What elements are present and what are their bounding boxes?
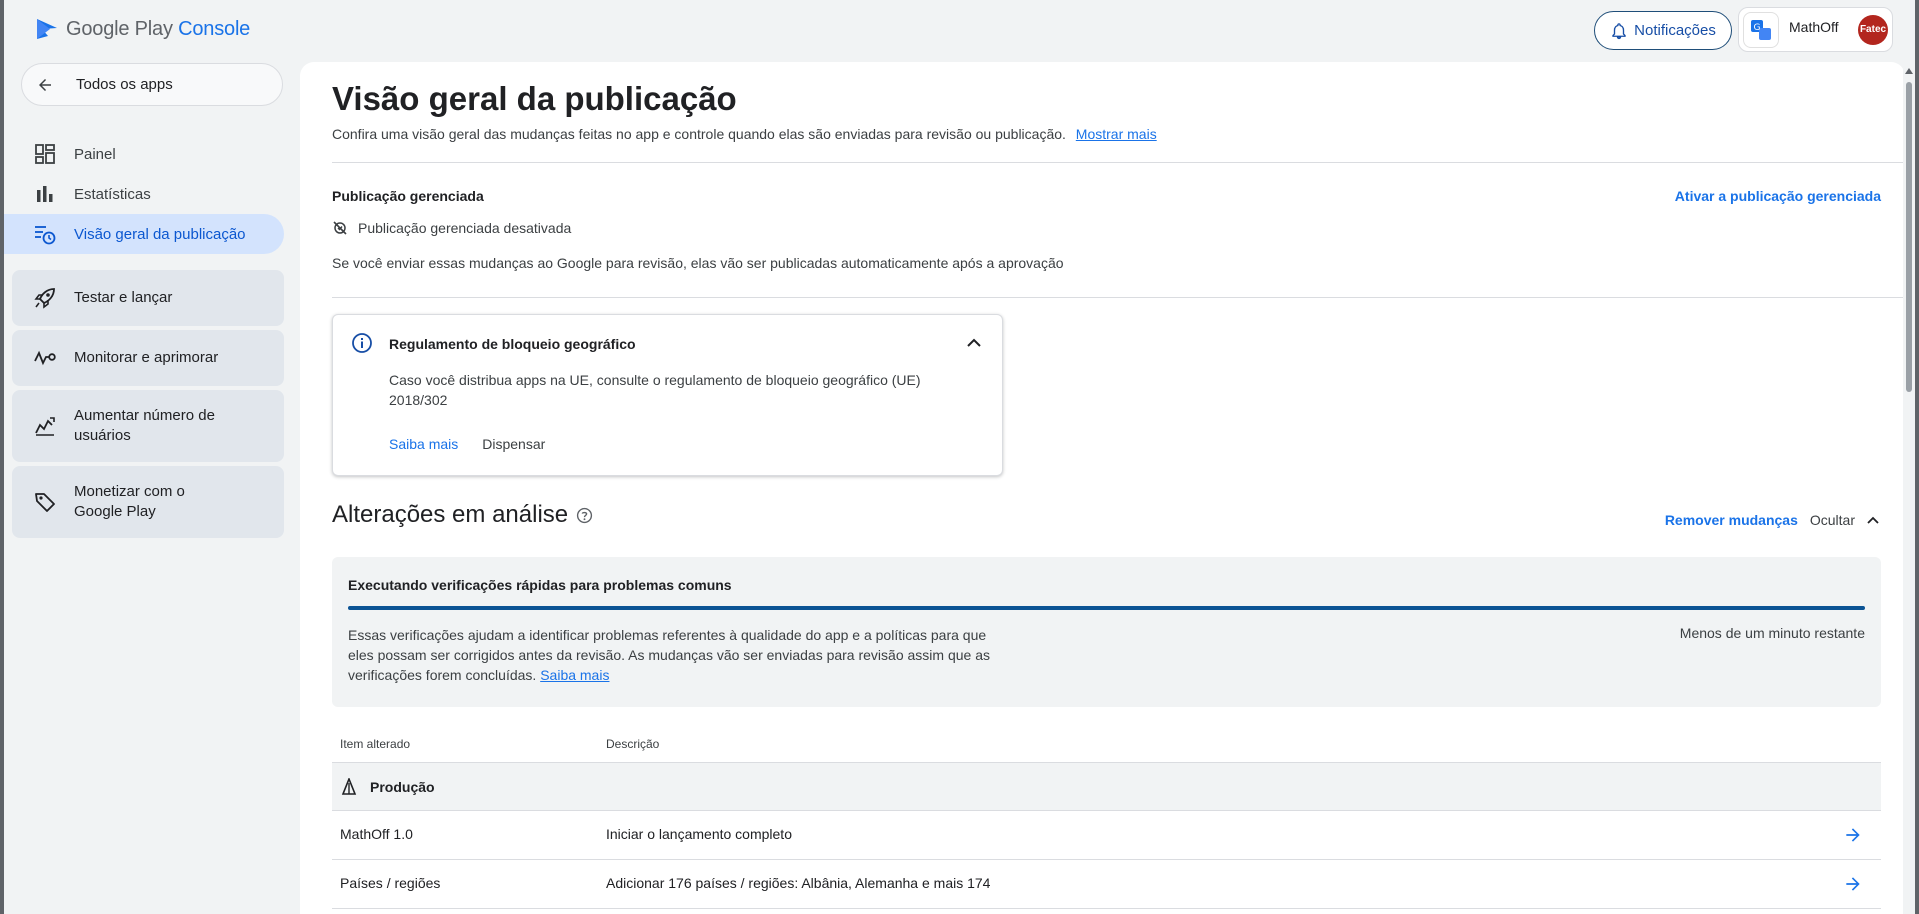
page-description-text: Confira uma visão geral das mudanças fei…: [332, 126, 1066, 142]
bar-chart-icon: [34, 183, 56, 205]
sidebar-group-grow-users[interactable]: Aumentar número de usuários: [12, 390, 284, 462]
table-cell-item: MathOff 1.0: [340, 826, 413, 842]
scroll-up-arrow-icon[interactable]: [1905, 68, 1913, 74]
quick-checks-progress-bar: [348, 606, 1865, 610]
changes-actions: Remover mudanças Ocultar: [1665, 512, 1881, 528]
top-bar: Google Play Console Notificações G MathO…: [4, 0, 1915, 62]
hide-label: Ocultar: [1809, 512, 1855, 528]
arrow-back-icon: [39, 78, 51, 91]
notifications-button[interactable]: Notificações: [1594, 11, 1732, 50]
divider: [332, 297, 1905, 298]
sidebar-item-label: Painel: [74, 145, 116, 163]
quick-checks-desc-text: Essas verificações ajudam a identificar …: [348, 627, 990, 683]
vertical-scrollbar[interactable]: [1903, 62, 1915, 914]
table-group-row-production: Produção: [332, 762, 1881, 811]
changes-under-review-heading: Alterações em análise: [332, 501, 593, 529]
window-frame-right: [1915, 0, 1919, 914]
scrollbar-thumb[interactable]: [1906, 82, 1912, 392]
dismiss-button[interactable]: Dispensar: [482, 436, 545, 452]
remove-changes-button[interactable]: Remover mudanças: [1665, 512, 1798, 528]
geoblocking-card-actions: Saiba mais Dispensar: [389, 436, 545, 452]
growth-icon: [34, 415, 56, 437]
chevron-up-icon: [1867, 516, 1879, 524]
logo-text: Google Play: [66, 17, 173, 40]
publishing-overview-icon: [34, 223, 56, 245]
main-content: Visão geral da publicação Confira uma vi…: [300, 62, 1905, 914]
geoblocking-card-title: Regulamento de bloqueio geográfico: [389, 336, 636, 352]
sidebar-item-statistics[interactable]: Estatísticas: [4, 174, 284, 214]
info-icon: [352, 333, 372, 353]
sidebar-item-dashboard[interactable]: Painel: [4, 134, 284, 174]
sidebar-group-label: Monitorar e aprimorar: [74, 349, 219, 366]
bell-icon: [1612, 22, 1626, 39]
sidebar-group-monetize[interactable]: Monetizar com o Google Play: [12, 466, 284, 538]
arrow-forward-icon[interactable]: [1843, 874, 1863, 894]
changes-title-text: Alterações em análise: [332, 501, 569, 528]
table-cell-description: Iniciar o lançamento completo: [606, 826, 792, 842]
managed-status-text: Publicação gerenciada desativada: [358, 220, 572, 236]
learn-more-link[interactable]: Saiba mais: [389, 436, 458, 452]
table-row[interactable]: Países / regiões Adicionar 176 países / …: [332, 860, 1881, 909]
sidebar-group-monitor-and-improve[interactable]: Monitorar e aprimorar: [12, 330, 284, 386]
dashboard-icon: [34, 143, 56, 165]
sidebar-item-label: Estatísticas: [74, 185, 151, 203]
arrow-forward-icon[interactable]: [1843, 825, 1863, 845]
account-name: MathOff: [1789, 18, 1839, 35]
quick-checks-title: Executando verificações rápidas para pro…: [348, 577, 732, 593]
managed-publishing-label: Publicação gerenciada: [332, 188, 484, 204]
sidebar-group-test-and-release[interactable]: Testar e lançar: [12, 270, 284, 326]
help-icon[interactable]: [576, 507, 593, 524]
show-more-link[interactable]: Mostrar mais: [1076, 126, 1157, 142]
group-label: Produção: [370, 779, 435, 795]
play-console-logo[interactable]: Google Play Console: [34, 16, 250, 42]
enable-managed-publishing-link[interactable]: Ativar a publicação gerenciada: [1675, 188, 1881, 204]
play-console-logo-icon: [37, 19, 57, 39]
managed-publishing-status: Publicação gerenciada desativada: [332, 220, 571, 236]
production-icon: [341, 778, 357, 795]
quick-checks-description: Essas verificações ajudam a identificar …: [348, 625, 998, 685]
sidebar-group-label: Testar e lançar: [74, 289, 173, 306]
hide-button[interactable]: Ocultar: [1810, 512, 1881, 528]
managed-publishing-note: Se você enviar essas mudanças ao Google …: [332, 255, 1064, 271]
sidebar-group-label: Monetizar com o Google Play: [74, 483, 185, 520]
column-header-description: Descrição: [606, 737, 660, 751]
sidebar-item-publishing-overview[interactable]: Visão geral da publicação: [4, 214, 284, 254]
geoblocking-card: Regulamento de bloqueio geográfico Caso …: [332, 314, 1003, 476]
table-cell-description: Adicionar 176 países / regiões: Albânia,…: [606, 875, 991, 891]
notifications-label: Notificações: [1634, 22, 1716, 39]
page-description: Confira uma visão geral das mudanças fei…: [332, 126, 1157, 142]
geoblocking-card-body: Caso você distribua apps na UE, consulte…: [389, 372, 921, 408]
quick-checks-time-remaining: Menos de um minuto restante: [1679, 625, 1865, 641]
account-switcher[interactable]: G MathOff Fatec: [1738, 7, 1893, 52]
svg-text:G: G: [1754, 23, 1761, 33]
all-apps-label: Todos os apps: [76, 76, 173, 93]
tag-icon: [34, 491, 56, 513]
publishing-off-icon: [333, 221, 347, 235]
avatar[interactable]: Fatec: [1858, 14, 1888, 45]
quick-checks-panel: Executando verificações rápidas para pro…: [332, 557, 1881, 707]
table-row[interactable]: MathOff 1.0 Iniciar o lançamento complet…: [332, 811, 1881, 860]
divider: [332, 162, 1905, 163]
sidebar-item-label: Visão geral da publicação: [74, 225, 246, 243]
logo-brand: Console: [178, 17, 251, 40]
page-title: Visão geral da publicação: [332, 80, 737, 117]
monitor-icon: [34, 347, 56, 369]
column-header-item: Item alterado: [340, 737, 411, 751]
all-apps-button[interactable]: Todos os apps: [21, 63, 283, 106]
table-cell-item: Países / regiões: [340, 875, 441, 891]
translate-icon: G: [1743, 11, 1779, 48]
learn-more-link[interactable]: Saiba mais: [540, 667, 609, 683]
sidebar-group-label: Aumentar número de usuários: [74, 407, 215, 444]
rocket-icon: [34, 287, 56, 309]
chevron-up-icon[interactable]: [964, 333, 984, 353]
